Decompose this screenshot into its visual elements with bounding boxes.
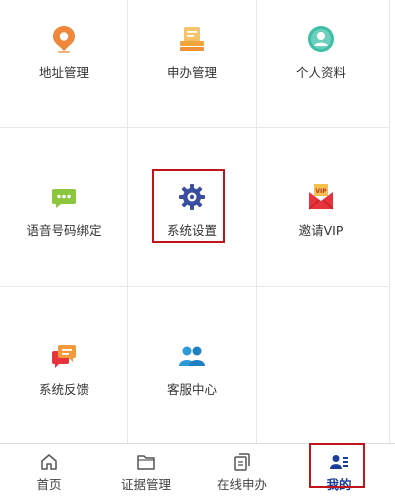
menu-item-label: 邀请VIP — [298, 223, 344, 238]
menu-item-label: 申办管理 — [166, 65, 217, 80]
folder-icon — [137, 455, 155, 470]
grid-divider — [389, 0, 390, 443]
menu-item-customer-service[interactable]: 客服中心 — [128, 341, 256, 398]
grid-divider — [0, 127, 390, 128]
svg-text:VIP: VIP — [315, 188, 327, 195]
menu-item-voice-number-binding[interactable]: 语音号码绑定 — [0, 182, 128, 239]
menu-item-label: 语音号码绑定 — [26, 223, 102, 238]
tab-evidence-management[interactable]: 证据管理 — [97, 444, 195, 501]
document-stack-icon — [180, 27, 204, 51]
menu-item-label: 系统反馈 — [38, 382, 89, 397]
documents-icon — [234, 453, 250, 471]
menu-item-application-management[interactable]: 申办管理 — [128, 24, 256, 81]
tab-label: 证据管理 — [120, 477, 171, 492]
menu-item-label: 地址管理 — [38, 65, 89, 80]
tab-label: 首页 — [36, 477, 62, 492]
home-icon — [41, 454, 57, 470]
chat-bubble-icon — [52, 189, 76, 208]
menu-item-label: 客服中心 — [166, 382, 217, 397]
tab-label: 在线申办 — [216, 477, 267, 492]
user-profile-icon — [308, 26, 334, 52]
menu-item-personal-info[interactable]: 个人资料 — [257, 24, 385, 81]
tab-home[interactable]: 首页 — [0, 444, 98, 501]
menu-item-invite-vip[interactable]: VIP 邀请VIP — [257, 182, 385, 239]
feedback-icon — [52, 345, 76, 368]
vip-envelope-icon: VIP — [308, 184, 334, 210]
location-pin-icon — [53, 26, 75, 53]
customer-service-icon — [179, 346, 205, 366]
highlight-box — [152, 169, 225, 243]
highlight-box — [309, 443, 365, 488]
tab-online-application[interactable]: 在线申办 — [193, 444, 291, 501]
grid-divider — [0, 286, 390, 287]
menu-item-system-feedback[interactable]: 系统反馈 — [0, 341, 128, 398]
menu-item-label: 个人资料 — [295, 65, 346, 80]
menu-item-address-management[interactable]: 地址管理 — [0, 24, 128, 81]
